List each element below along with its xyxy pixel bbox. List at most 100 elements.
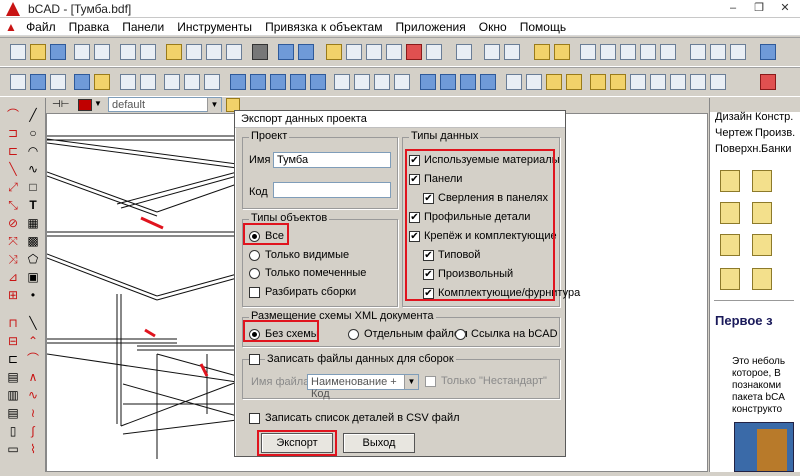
zoom-in-icon[interactable] xyxy=(164,74,180,90)
dim-radius-icon[interactable]: ⊟ xyxy=(6,334,20,348)
iso-view4-icon[interactable] xyxy=(480,74,496,90)
fillet-icon[interactable]: ⤧ xyxy=(6,234,20,248)
measure-icon[interactable] xyxy=(140,74,156,90)
code-input[interactable] xyxy=(273,182,391,198)
app-library-icon[interactable] xyxy=(760,74,776,90)
undo-icon[interactable] xyxy=(278,44,294,60)
snap-tan-icon[interactable] xyxy=(660,44,676,60)
shape-wave-icon[interactable] xyxy=(752,234,772,256)
menu-snap[interactable]: Привязка к объектам xyxy=(260,18,387,35)
wave-icon[interactable]: ∿ xyxy=(26,388,40,402)
panel-icon[interactable] xyxy=(590,74,606,90)
dim-arc-icon[interactable]: ⌃ xyxy=(26,334,40,348)
iso-view-icon[interactable] xyxy=(420,74,436,90)
view-left-icon[interactable] xyxy=(270,74,286,90)
grid-icon[interactable] xyxy=(10,74,26,90)
snap-perp-icon[interactable] xyxy=(640,44,656,60)
table-icon[interactable]: ▤ xyxy=(6,370,20,384)
write-assembly-checkbox[interactable] xyxy=(249,354,260,365)
array-icon[interactable]: ⊞ xyxy=(6,288,20,302)
iso-view2-icon[interactable] xyxy=(440,74,456,90)
radio-visible-label[interactable]: Только видимые xyxy=(265,249,349,261)
shape-square-icon[interactable] xyxy=(720,170,740,192)
library-icon[interactable] xyxy=(74,74,90,90)
radio-separate-file-label[interactable]: Отдельным файлом xyxy=(364,328,468,340)
tab-construct[interactable]: Констр. xyxy=(755,111,793,123)
minimize-button[interactable]: – xyxy=(720,0,746,17)
snap-near-icon[interactable] xyxy=(730,44,746,60)
split-assemblies-label[interactable]: Разбирать сборки xyxy=(265,286,356,298)
zigzag-icon[interactable]: ≀ xyxy=(26,406,40,420)
iso-view3-icon[interactable] xyxy=(460,74,476,90)
snap-int-icon[interactable] xyxy=(620,44,636,60)
chamfer-icon[interactable]: ╲ xyxy=(6,162,20,176)
block-icon[interactable]: ▣ xyxy=(26,270,40,284)
write-assembly-label[interactable]: Записать файлы данных для сборок xyxy=(265,353,456,365)
fastener-icon[interactable] xyxy=(650,74,666,90)
pointer-icon[interactable] xyxy=(140,44,156,60)
menu-tools[interactable]: Инструменты xyxy=(172,18,257,35)
layer-select[interactable]: default ▼ xyxy=(108,97,222,112)
mirror-icon[interactable]: ⊘ xyxy=(6,216,20,230)
menu-edit[interactable]: Правка xyxy=(64,18,115,35)
view-top-icon[interactable] xyxy=(250,74,266,90)
pentagon-icon[interactable]: ⬠ xyxy=(26,252,40,266)
break-icon[interactable]: ∫ xyxy=(26,424,40,438)
shade-icon[interactable] xyxy=(374,74,390,90)
tab-design[interactable]: Дизайн xyxy=(715,111,752,123)
nonstandard-checkbox[interactable] xyxy=(425,376,436,387)
rotate-icon[interactable] xyxy=(366,44,382,60)
menu-panels[interactable]: Панели xyxy=(117,18,169,35)
radio-marked[interactable] xyxy=(249,268,260,279)
hatch-icon[interactable]: ▦ xyxy=(26,216,40,230)
extend-icon[interactable]: ⤨ xyxy=(6,252,20,266)
radio-visible[interactable] xyxy=(249,250,260,261)
light-icon[interactable] xyxy=(526,74,542,90)
color-swatch[interactable] xyxy=(78,99,92,111)
crosshair-icon[interactable] xyxy=(484,44,500,60)
help-context-icon[interactable] xyxy=(760,44,776,60)
frame-icon[interactable]: ▯ xyxy=(6,424,20,438)
shape-panel-icon[interactable] xyxy=(720,268,740,290)
radio-bcad-link[interactable] xyxy=(455,329,466,340)
square-icon[interactable]: □ xyxy=(26,180,40,194)
menu-apps[interactable]: Приложения xyxy=(391,18,471,35)
section-icon[interactable] xyxy=(710,74,726,90)
render-icon[interactable] xyxy=(354,74,370,90)
materials-icon[interactable] xyxy=(94,74,110,90)
zoom-out-icon[interactable] xyxy=(184,74,200,90)
line-tool-icon[interactable] xyxy=(456,44,472,60)
select-arrow-icon[interactable] xyxy=(120,44,136,60)
snap-end-icon[interactable] xyxy=(580,44,596,60)
shape-double-icon[interactable] xyxy=(752,268,772,290)
leader-icon[interactable]: ⊏ xyxy=(6,352,20,366)
wireframe-icon[interactable] xyxy=(394,74,410,90)
save-icon[interactable] xyxy=(50,44,66,60)
scale-icon[interactable]: ⊿ xyxy=(6,270,20,284)
circle-icon[interactable]: ○ xyxy=(26,126,40,140)
redo-icon[interactable] xyxy=(298,44,314,60)
camera-icon[interactable] xyxy=(506,74,522,90)
point-icon[interactable]: • xyxy=(26,288,40,302)
clipboard-icon[interactable] xyxy=(252,44,268,60)
new-file-icon[interactable] xyxy=(10,44,26,60)
pencil-icon[interactable] xyxy=(166,44,182,60)
dim-ord-icon[interactable]: ∧ xyxy=(26,370,40,384)
profile-icon[interactable] xyxy=(670,74,686,90)
panel2-icon[interactable] xyxy=(610,74,626,90)
preview-icon[interactable] xyxy=(94,44,110,60)
shape-arch-icon[interactable] xyxy=(720,234,740,256)
menu-window[interactable]: Окно xyxy=(474,18,512,35)
split-assemblies-checkbox[interactable] xyxy=(249,287,260,298)
menu-app-icon[interactable]: ▲ xyxy=(0,18,18,35)
write-csv-label[interactable]: Записать список деталей в CSV файл xyxy=(265,412,460,424)
copy-icon[interactable] xyxy=(226,44,242,60)
snap-grid-icon[interactable] xyxy=(534,44,550,60)
line-icon[interactable]: ╱ xyxy=(26,108,40,122)
snap-quad-icon[interactable] xyxy=(710,44,726,60)
radio-marked-label[interactable]: Только помеченные xyxy=(265,267,366,279)
radio-separate-file[interactable] xyxy=(348,329,359,340)
exit-button[interactable]: Выход xyxy=(343,433,415,453)
properties-icon[interactable] xyxy=(50,74,66,90)
write-csv-checkbox[interactable] xyxy=(249,413,260,424)
